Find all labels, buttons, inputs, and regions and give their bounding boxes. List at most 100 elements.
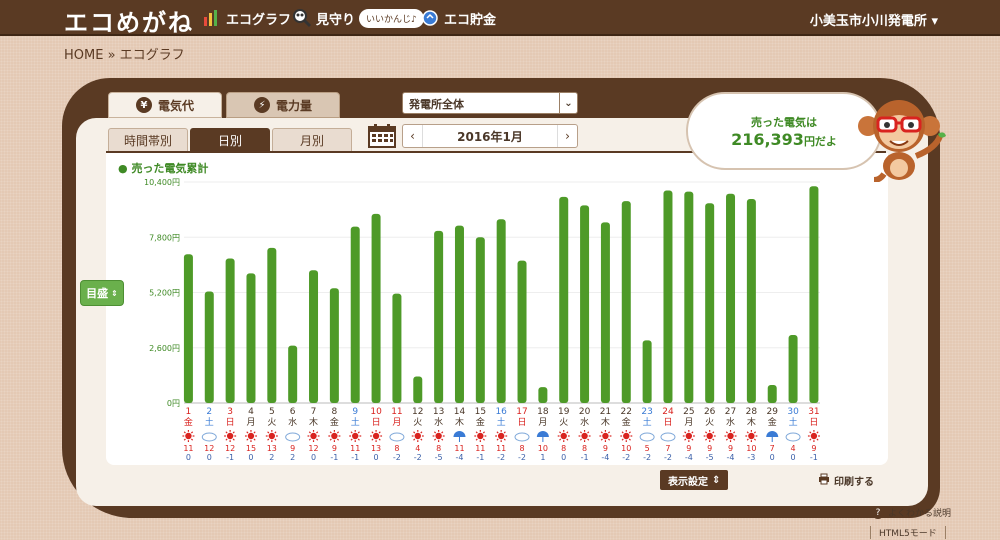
question-icon: ? — [872, 506, 884, 519]
sun-icon — [706, 432, 713, 440]
scale-toggle-button[interactable]: 目盛 ⇕ — [80, 280, 124, 306]
help-link[interactable]: ? よくわかる説明 — [872, 506, 951, 519]
temp-low: 0 — [770, 453, 775, 462]
temp-high: 9 — [603, 444, 608, 453]
sun-icon — [581, 432, 588, 440]
temp-low: 0 — [374, 453, 379, 462]
sun-ray — [733, 431, 736, 434]
weekday-label: 日 — [226, 417, 235, 428]
sun-ray — [183, 438, 186, 441]
sun-ray — [579, 438, 583, 441]
sun-ray — [190, 431, 194, 434]
sun-icon — [268, 432, 276, 440]
sun-ray — [691, 431, 694, 434]
sun-ray — [329, 438, 332, 441]
weekday-label: 日 — [809, 417, 818, 428]
bar — [413, 376, 423, 403]
sun-ray — [559, 438, 562, 441]
day-label: 6 — [290, 407, 296, 417]
weekday-label: 月 — [684, 417, 693, 428]
temp-high: 10 — [621, 444, 631, 453]
temp-low: -1 — [581, 453, 589, 462]
sun-ray — [587, 431, 590, 434]
temp-high: 8 — [519, 444, 524, 453]
bar — [705, 203, 715, 403]
sun-ray — [378, 438, 381, 441]
sun-ray — [733, 438, 736, 441]
temp-high: 5 — [645, 444, 650, 453]
temp-high: 13 — [371, 444, 381, 453]
sun-ray — [559, 431, 562, 434]
temp-high: 11 — [183, 444, 193, 453]
bar — [392, 293, 402, 403]
temp-high: 9 — [728, 444, 733, 453]
temp-low: 0 — [248, 453, 253, 462]
day-label: 10 — [370, 407, 382, 417]
sun-ray — [274, 438, 277, 441]
sun-ray — [753, 431, 757, 434]
day-label: 20 — [579, 407, 591, 417]
weekday-label: 火 — [705, 417, 714, 428]
temp-high: 7 — [665, 444, 670, 453]
day-label: 22 — [621, 407, 632, 417]
temp-high: 12 — [308, 444, 318, 453]
bar — [621, 201, 631, 403]
sun-icon — [497, 432, 505, 440]
sun-icon — [560, 432, 567, 440]
y-tick-label: 2,600円 — [149, 344, 180, 353]
temp-high: 8 — [582, 444, 587, 453]
bar — [809, 186, 819, 403]
sun-ray — [357, 438, 360, 441]
sun-icon — [727, 432, 734, 440]
sun-icon — [748, 432, 755, 440]
temp-low: -1 — [226, 453, 234, 462]
sun-ray — [413, 438, 416, 441]
temp-high: 9 — [332, 444, 337, 453]
umbrella-icon — [453, 431, 466, 437]
sun-ray — [225, 438, 228, 441]
day-label: 1 — [186, 407, 192, 417]
sun-ray — [496, 431, 499, 434]
cloud-icon — [285, 432, 301, 442]
temp-low: 2 — [269, 453, 274, 462]
sun-ray — [371, 438, 374, 441]
bar — [726, 193, 736, 403]
html5-mode-link[interactable]: HTML5モード — [870, 526, 946, 539]
y-tick-label: 10,400円 — [144, 178, 180, 187]
day-label: 8 — [332, 407, 338, 417]
bar — [309, 270, 319, 403]
bar — [496, 219, 506, 403]
day-label: 27 — [725, 407, 736, 417]
temp-high: 11 — [454, 444, 464, 453]
sun-ray — [684, 431, 687, 434]
weekday-label: 月 — [392, 417, 401, 428]
bar — [288, 345, 298, 403]
sun-icon — [331, 432, 338, 440]
sun-ray — [746, 438, 749, 441]
sun-icon — [226, 432, 234, 440]
temp-low: 0 — [791, 453, 796, 462]
sun-ray — [725, 438, 728, 441]
display-settings-label: 表示設定 — [668, 476, 708, 488]
display-settings-button[interactable]: 表示設定 ⇕ — [660, 470, 729, 490]
day-label: 29 — [766, 407, 778, 417]
sun-icon — [477, 432, 484, 440]
sun-ray — [183, 431, 186, 434]
sun-ray — [350, 438, 353, 441]
weekday-label: 月 — [538, 417, 547, 428]
day-label: 14 — [454, 407, 466, 417]
sun-ray — [503, 431, 506, 434]
speech-suffix: 円だよ — [803, 135, 837, 148]
sun-ray — [579, 431, 583, 434]
weekday-label: 日 — [663, 417, 672, 428]
help-label: よくわかる説明 — [888, 509, 952, 519]
print-button[interactable]: 印刷する — [810, 470, 882, 490]
temp-low: 0 — [186, 453, 191, 462]
temp-high: 10 — [746, 444, 756, 453]
bar — [246, 273, 256, 403]
day-label: 28 — [746, 407, 758, 417]
sun-ray — [816, 438, 819, 441]
weekday-label: 水 — [726, 416, 735, 428]
bar — [788, 335, 798, 403]
bar — [684, 191, 694, 403]
